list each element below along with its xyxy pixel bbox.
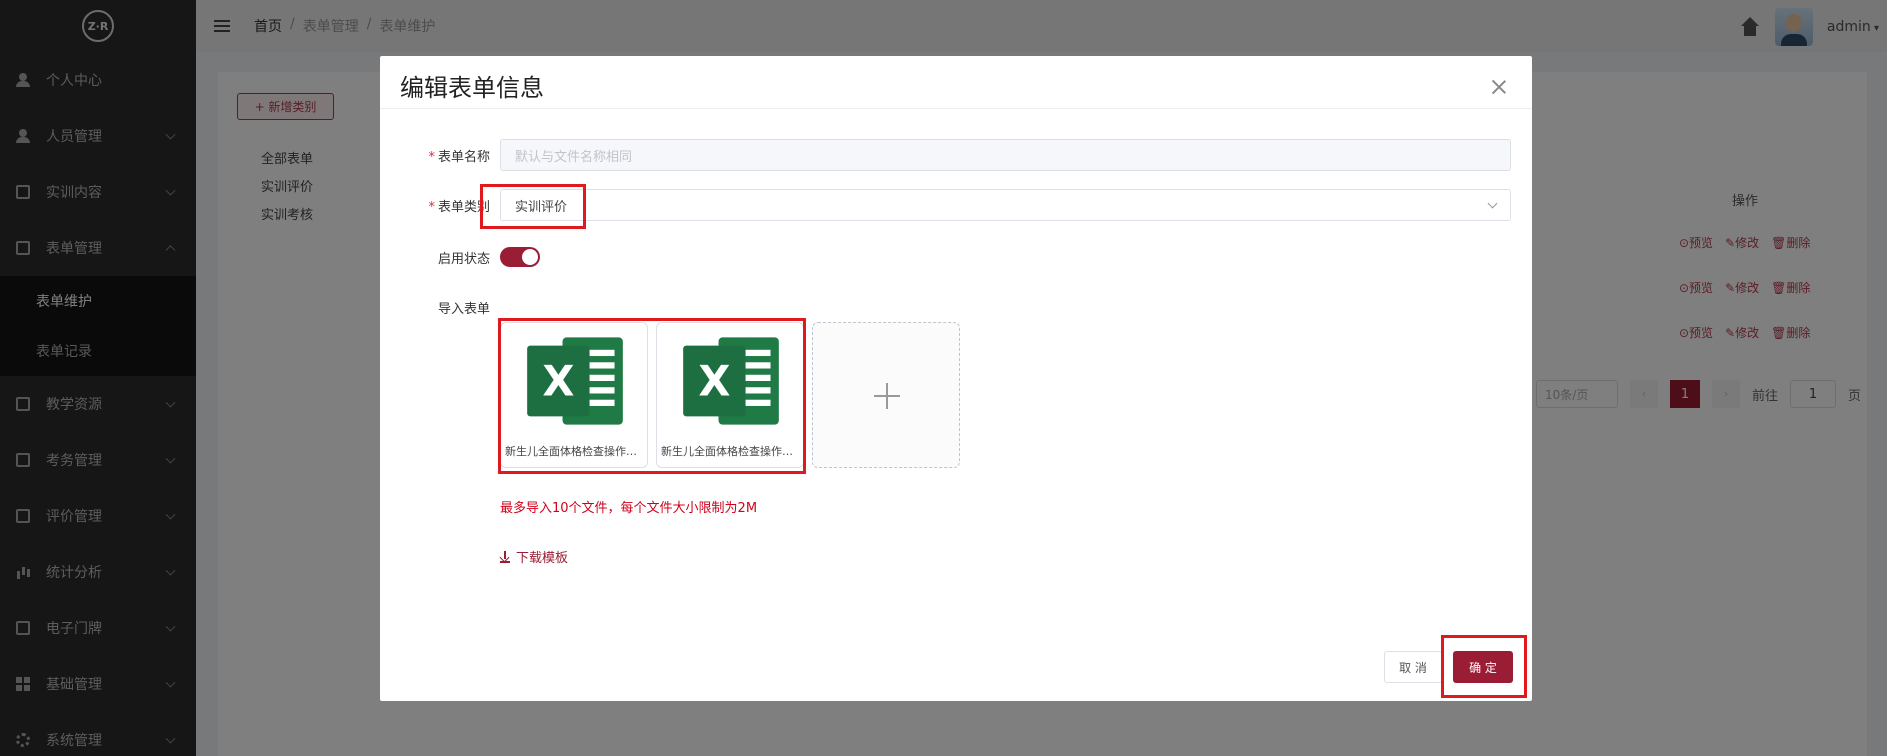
close-icon[interactable] bbox=[1492, 80, 1506, 94]
edit-form-dialog: 编辑表单信息 * 表单名称 默认与文件名称相同 * 表单类别 实训评价 启用状态 导… bbox=[380, 56, 1532, 701]
upload-limit-hint: 最多导入10个文件，每个文件大小限制为2M bbox=[500, 501, 758, 516]
download-icon bbox=[500, 550, 510, 563]
form-category-label: * 表单类别 bbox=[428, 200, 490, 215]
uploaded-file-card[interactable]: X 新生儿全面体格检查操作评分表.xlsx bbox=[656, 322, 804, 468]
file-name: 新生儿全面体格检查操作评分表.xlsx bbox=[661, 445, 799, 458]
upload-add-button[interactable] bbox=[812, 322, 960, 468]
import-label: 导入表单 bbox=[437, 302, 490, 317]
category-selected-value: 实训评价 bbox=[515, 199, 568, 215]
download-template-link[interactable]: 下载模板 bbox=[500, 547, 568, 566]
excel-icon: X bbox=[683, 337, 779, 425]
file-name: 新生儿全面体格检查操作评分表.xlsx bbox=[505, 445, 643, 458]
excel-icon: X bbox=[527, 337, 623, 425]
cancel-button[interactable]: 取 消 bbox=[1384, 651, 1442, 683]
form-category-select[interactable]: 实训评价 bbox=[500, 189, 1511, 221]
dialog-divider bbox=[380, 108, 1532, 109]
form-name-input[interactable]: 默认与文件名称相同 bbox=[500, 139, 1511, 171]
svg-text:X: X bbox=[542, 357, 574, 406]
confirm-button[interactable]: 确 定 bbox=[1453, 651, 1513, 683]
svg-text:X: X bbox=[698, 357, 730, 406]
chevron-down-icon bbox=[1487, 198, 1498, 209]
status-label: 启用状态 bbox=[437, 252, 490, 267]
dialog-title: 编辑表单信息 bbox=[400, 74, 544, 102]
form-name-label: * 表单名称 bbox=[428, 150, 490, 165]
uploaded-file-card[interactable]: X 新生儿全面体格检查操作评分表.xlsx bbox=[500, 322, 648, 468]
download-template-label: 下载模板 bbox=[516, 551, 569, 566]
status-toggle[interactable] bbox=[500, 247, 540, 267]
